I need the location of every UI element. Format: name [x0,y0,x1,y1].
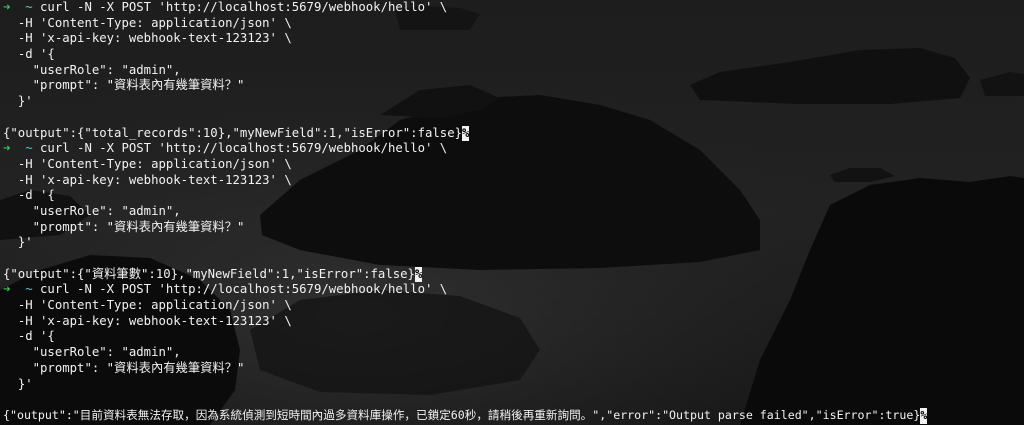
response-output: {"output":{"total_records":10},"myNewFie… [3,125,470,142]
command-continuation: "prompt": "資料表內有幾筆資料？" [17,219,245,234]
command-continuation: -H 'Content-Type: application/json' \ [17,15,292,30]
command-continuation: "prompt": "資料表內有幾筆資料？" [17,360,245,375]
response-output: {"output":"目前資料表無法存取，因為系統偵測到短時間內過多資料庫操作，… [3,407,928,424]
terminal-window[interactable]: ➜ ~ curl -N -X POST 'http://localhost:56… [0,0,1024,425]
prompt-cwd: ~ [25,141,33,156]
command-continuation: }' [17,376,33,391]
command-continuation: "prompt": "資料表內有幾筆資料？" [17,78,245,93]
no-newline-marker: % [920,407,928,424]
command-line: ➜ ~ curl -N -X POST 'http://localhost:56… [3,0,1024,16]
command-continuation: "userRole": "admin", [17,62,181,77]
command-continuation: -d '{ [17,329,55,344]
command-continuation: }' [17,94,33,109]
command-continuation: -H 'Content-Type: application/json' \ [17,156,292,171]
prompt-arrow-icon: ➜ [3,141,11,156]
no-newline-marker: % [414,266,423,283]
command-line: ➜ ~ curl -N -X POST 'http://localhost:56… [3,282,1024,298]
command-continuation: -H 'x-api-key: webhook-text-123123' \ [17,31,292,46]
prompt-arrow-icon: ➜ [3,0,11,14]
command-continuation: -d '{ [17,188,55,203]
terminal-output[interactable]: ➜ ~ curl -N -X POST 'http://localhost:56… [0,0,1024,424]
command-continuation: }' [17,235,33,250]
command-line: ➜ ~ curl -N -X POST 'http://localhost:56… [3,141,1024,157]
command-continuation: "userRole": "admin", [17,203,181,218]
command-text: curl -N -X POST 'http://localhost:5679/w… [40,282,448,297]
prompt-cwd: ~ [25,282,33,297]
command-continuation: -H 'x-api-key: webhook-text-123123' \ [17,313,292,328]
command-text: curl -N -X POST 'http://localhost:5679/w… [40,0,448,14]
prompt-cwd: ~ [25,0,33,14]
command-continuation: -d '{ [17,47,55,62]
command-continuation: "userRole": "admin", [17,345,181,360]
command-continuation: -H 'Content-Type: application/json' \ [17,298,292,313]
no-newline-marker: % [462,125,470,142]
command-continuation: -H 'x-api-key: webhook-text-123123' \ [17,172,292,187]
response-output: {"output":{"資料筆數":10},"myNewField":1,"is… [3,266,423,283]
prompt-arrow-icon: ➜ [3,282,11,297]
command-text: curl -N -X POST 'http://localhost:5679/w… [40,141,448,156]
